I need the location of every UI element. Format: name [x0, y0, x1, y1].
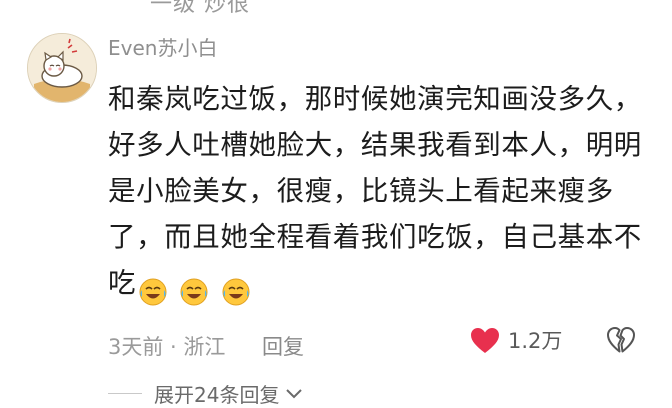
expand-replies-button[interactable]: 展开24条回复 — [154, 379, 303, 408]
dislike-button[interactable] — [606, 326, 636, 358]
heart-icon — [471, 327, 499, 353]
divider — [108, 393, 142, 394]
previous-reply-fragment: 一级 炒很 — [150, 0, 250, 17]
expand-replies-label: 展开24条回复 — [154, 383, 280, 407]
comment-text: 和秦岚吃过饭，那时候她演完知画没多久，好多人吐槽她脸大，结果我看到本人，明明是小… — [108, 83, 642, 299]
broken-heart-icon — [607, 327, 635, 353]
laughing-crying-emoji-icon — [180, 278, 208, 306]
like-button[interactable]: 1.2万 — [470, 325, 562, 355]
like-count: 1.2万 — [508, 329, 563, 353]
comment-time-location: 3天前 · 浙江 — [108, 335, 226, 359]
reply-button[interactable]: 回复 — [262, 331, 304, 361]
emoji-group — [138, 268, 253, 314]
avatar[interactable] — [27, 33, 97, 103]
chevron-down-icon — [286, 388, 303, 398]
comment-body: 和秦岚吃过饭，那时候她演完知画没多久，好多人吐槽她脸大，结果我看到本人，明明是小… — [108, 76, 660, 314]
username[interactable]: Even苏小白 — [108, 32, 217, 61]
laughing-crying-emoji-icon — [139, 278, 167, 306]
expand-replies-row: 展开24条回复 — [108, 379, 303, 408]
laughing-crying-emoji-icon — [222, 278, 250, 306]
